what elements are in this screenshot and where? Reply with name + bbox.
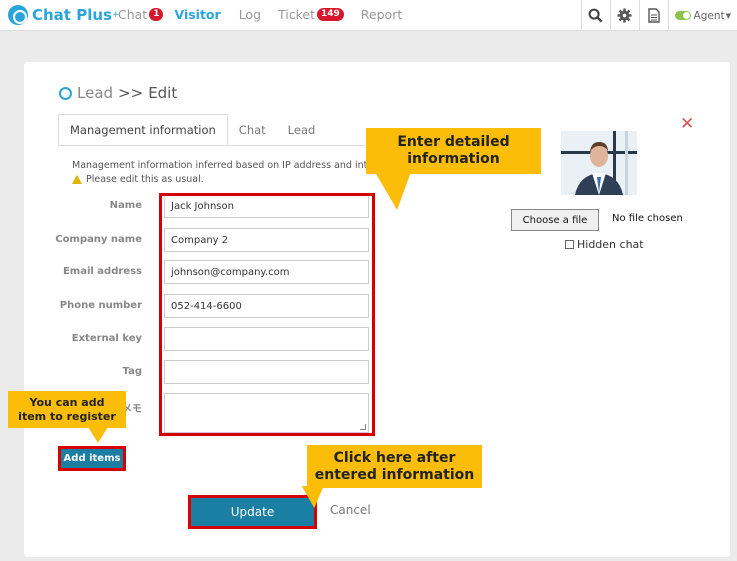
nav-visitor[interactable]: Visitor xyxy=(174,7,220,22)
info-text: Management information inferred based on… xyxy=(72,160,368,171)
chat-plus-logo-icon xyxy=(8,5,28,25)
top-navigation-bar: Chat Plus + Chat 1 Visitor Log Ticket 14… xyxy=(0,0,737,31)
info-warning-text: Please edit this as usual. xyxy=(86,174,204,185)
agent-status-menu[interactable]: Agent ▼ xyxy=(667,0,737,31)
fields-highlight-box xyxy=(159,193,375,436)
document-icon[interactable] xyxy=(638,0,668,31)
nav-report-label: Report xyxy=(360,7,403,22)
nav-ticket[interactable]: Ticket 149 xyxy=(278,7,344,22)
tab-lead[interactable]: Lead xyxy=(277,114,327,145)
cancel-link[interactable]: Cancel xyxy=(330,503,371,517)
nav-log[interactable]: Log xyxy=(239,7,261,22)
tab-chat[interactable]: Chat xyxy=(228,114,277,145)
info-warning: Please edit this as usual. xyxy=(72,174,204,185)
callout-add-items-pointer xyxy=(88,427,108,443)
gear-icon[interactable] xyxy=(609,0,639,31)
file-status: No file chosen xyxy=(612,213,683,224)
hidden-chat-option[interactable]: Hidden chat xyxy=(565,238,644,251)
close-icon[interactable]: ✕ xyxy=(680,114,694,134)
agent-label: Agent xyxy=(693,9,725,22)
callout-enter-details-line2: information xyxy=(407,151,500,167)
choose-file-button[interactable]: Choose a file xyxy=(511,209,599,231)
callout-update: Click here after entered information xyxy=(307,445,482,488)
breadcrumb-lead[interactable]: Lead xyxy=(77,84,113,102)
callout-update-line1: Click here after xyxy=(333,449,456,466)
chat-plus-logo[interactable]: Chat Plus + xyxy=(8,5,120,25)
tab-management-information[interactable]: Management information xyxy=(58,114,228,145)
name-label: Name xyxy=(109,200,142,211)
breadcrumb-current: Edit xyxy=(148,84,178,102)
phone-number-label: Phone number xyxy=(59,300,142,311)
email-address-label: Email address xyxy=(62,266,142,277)
nav-visitor-label: Visitor xyxy=(174,7,221,22)
callout-add-items: You can add item to register xyxy=(8,391,126,428)
nav-ticket-label: Ticket xyxy=(278,7,315,22)
online-toggle-icon[interactable] xyxy=(674,11,691,20)
hidden-chat-label: Hidden chat xyxy=(577,238,644,251)
nav-report[interactable]: Report xyxy=(361,7,402,22)
top-right-tools: Agent ▼ xyxy=(580,0,737,31)
add-items-button[interactable]: Add items xyxy=(58,446,126,471)
warning-icon xyxy=(72,175,82,184)
update-button[interactable]: Update xyxy=(188,495,317,529)
avatar-photo xyxy=(561,131,637,195)
callout-update-line2: entered information xyxy=(314,466,475,483)
callout-enter-details: Enter detailed information xyxy=(366,128,541,174)
nav-chat[interactable]: Chat 1 xyxy=(118,7,164,22)
lead-circle-icon xyxy=(59,86,72,100)
callout-add-items-line2: item to register xyxy=(18,409,116,423)
brand-name: Chat Plus xyxy=(32,6,112,24)
callout-add-items-line1: You can add xyxy=(29,396,105,410)
nav-log-label: Log xyxy=(238,7,262,22)
ticket-count-badge: 149 xyxy=(317,8,344,21)
callout-enter-details-line1: Enter detailed xyxy=(397,134,510,151)
nav-chat-label: Chat xyxy=(118,7,148,22)
breadcrumb-separator: >> xyxy=(118,84,144,102)
search-icon[interactable] xyxy=(580,0,610,31)
page-title: Lead >> Edit xyxy=(59,84,177,102)
company-name-label: Company name xyxy=(55,234,142,245)
hidden-chat-checkbox[interactable] xyxy=(565,240,574,249)
chevron-down-icon: ▼ xyxy=(725,11,731,20)
external-key-label: External key xyxy=(71,333,142,344)
main-nav: Chat 1 Visitor Log Ticket 149 Report xyxy=(118,7,402,22)
chat-count-badge: 1 xyxy=(149,8,164,21)
tab-bar: Management information Chat Lead xyxy=(58,114,326,145)
tag-label: Tag xyxy=(122,366,142,377)
